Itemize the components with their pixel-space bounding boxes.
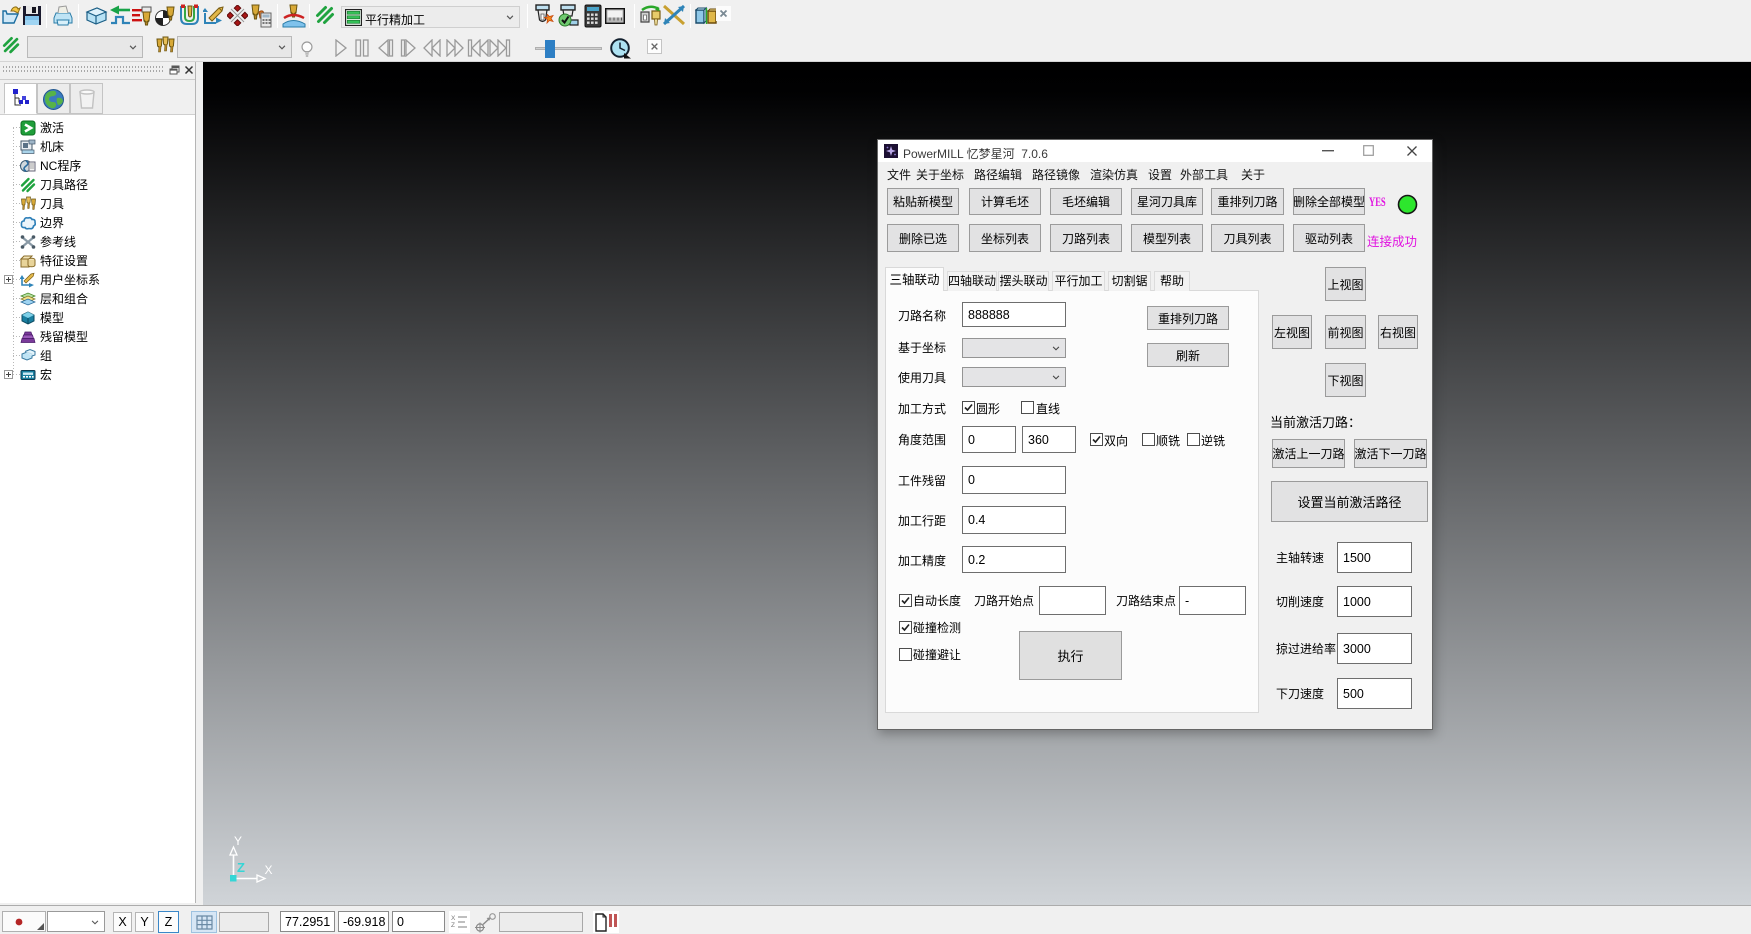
svg-text:Y: Y	[234, 834, 242, 848]
svg-text:Z: Z	[237, 860, 245, 875]
svg-text:Z: Z	[451, 922, 455, 929]
svg-text:X: X	[264, 863, 272, 877]
svg-text:X: X	[451, 915, 456, 922]
